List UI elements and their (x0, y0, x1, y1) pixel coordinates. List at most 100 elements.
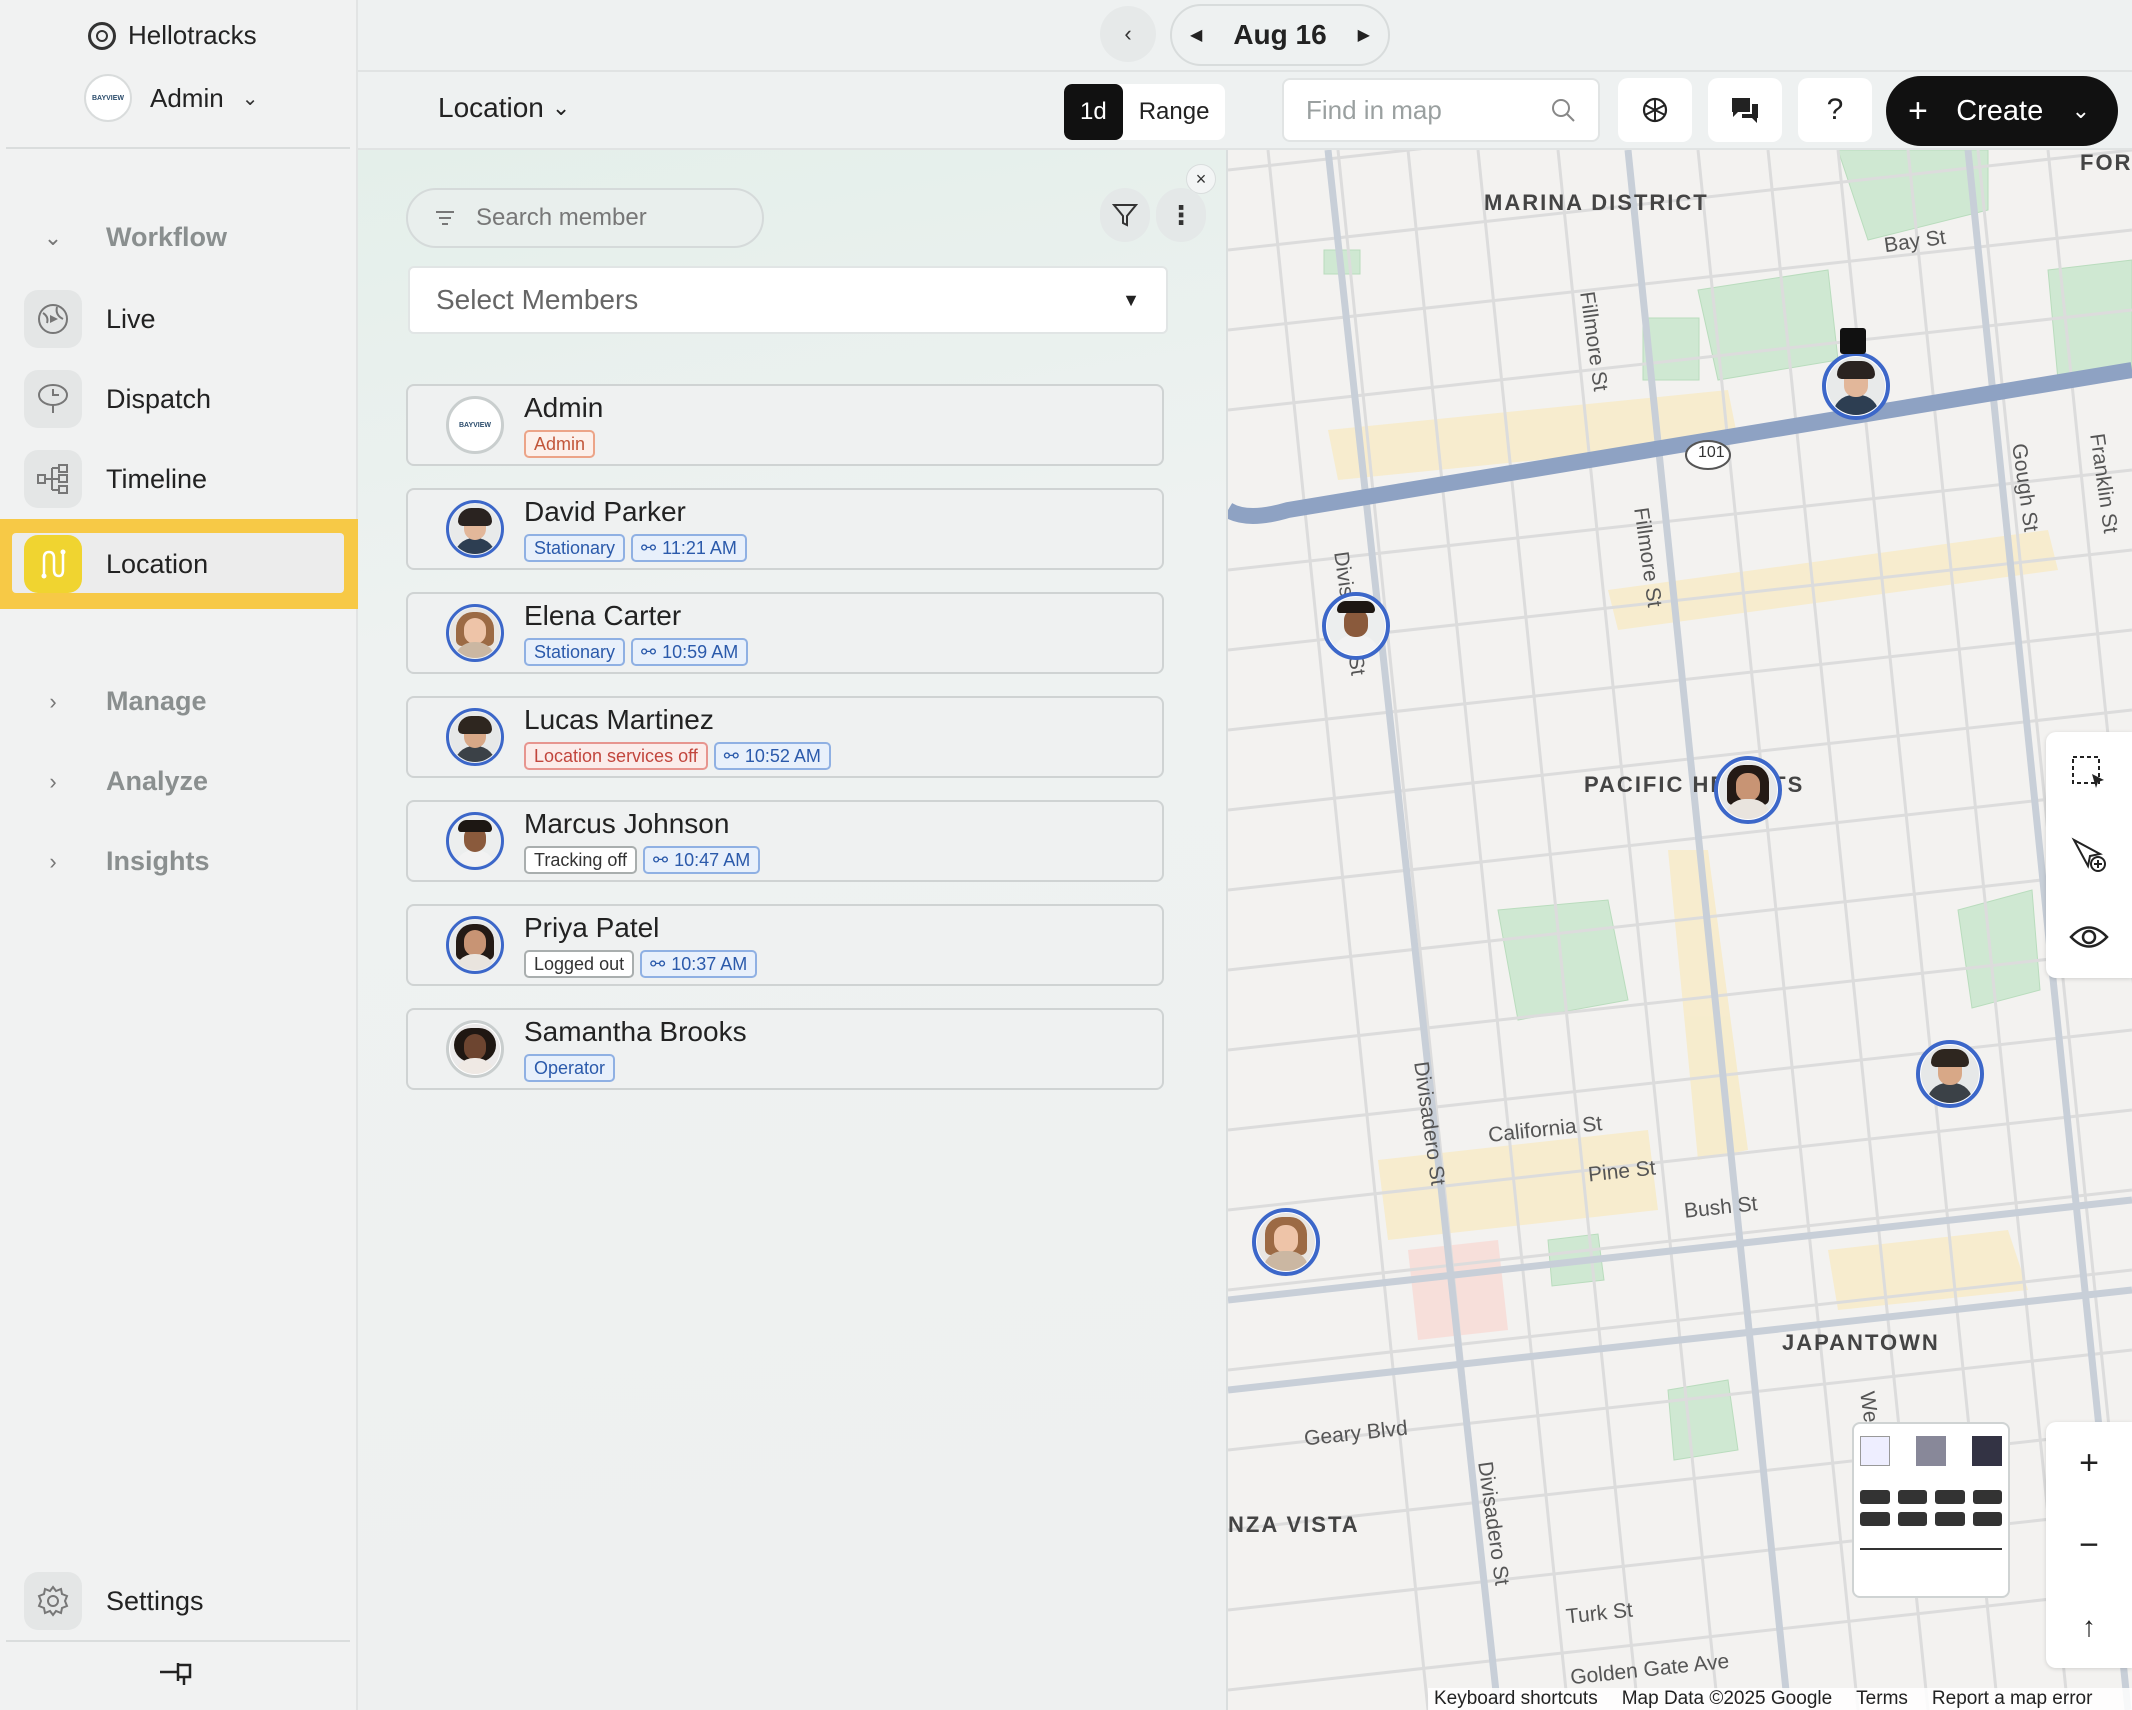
chevron-down-icon: ⌄ (551, 95, 571, 120)
member-card[interactable]: Priya Patel Logged out ⚯ 10:37 AM (406, 904, 1164, 986)
settings-label: Settings (106, 1585, 204, 1616)
pin-marker-flag (1840, 328, 1866, 354)
avatar: BAYVIEW (446, 396, 504, 454)
plus-icon: + (2079, 1443, 2099, 1482)
map-data-text: Map Data ©2025 Google (1621, 1688, 1833, 1709)
close-icon: × (1195, 168, 1207, 189)
member-name: Samantha Brooks (524, 1016, 747, 1047)
sidebar-item-label: Location (106, 548, 209, 579)
sidebar-item-label: Timeline (106, 463, 208, 494)
search-member-input[interactable]: Search member (406, 188, 764, 248)
zoom-in-button[interactable]: + (2046, 1422, 2132, 1504)
status-badge: Stationary (524, 638, 626, 666)
member-map-pin[interactable] (1322, 592, 1390, 660)
avatar (446, 812, 504, 870)
select-members-dropdown[interactable]: Select Members ▼ (408, 266, 1168, 334)
keyboard-shortcuts-link[interactable]: Keyboard shortcuts (1434, 1688, 1598, 1710)
help-button[interactable]: ? (1798, 78, 1872, 142)
zoom-controls: + − ↑ (2046, 1422, 2132, 1668)
more-options-button[interactable]: ⋮ (1156, 188, 1206, 242)
sidebar-item-settings[interactable]: Settings (0, 1572, 204, 1630)
chevron-left-icon: ‹ (1124, 21, 1132, 46)
member-name: David Parker (524, 496, 686, 527)
chevron-right-icon: › (49, 768, 57, 794)
globe-play-icon (24, 290, 82, 348)
member-map-pin[interactable] (1822, 352, 1890, 420)
north-up-button[interactable]: ↑ (2046, 1586, 2132, 1668)
brand-name: Hellotracks (128, 20, 257, 50)
map-layers-button[interactable] (1852, 1422, 2010, 1598)
person-pin-icon: ⚯ (641, 538, 657, 558)
toggle-range[interactable]: Range (1123, 84, 1226, 140)
section-workflow[interactable]: ⌄ Workflow (0, 222, 227, 253)
ai-assistant-button[interactable] (1618, 78, 1692, 142)
member-map-pin[interactable] (1252, 1208, 1320, 1276)
route-icon (24, 535, 82, 593)
member-map-pin[interactable] (1916, 1040, 1984, 1108)
section-insights[interactable]: › Insights (0, 846, 209, 877)
person-pin-icon: ⚯ (723, 746, 739, 766)
date-bar: ‹ ◀ Aug 16 ▶ (358, 0, 2132, 72)
chevron-down-icon: ⌄ (43, 224, 63, 250)
filter-lines-icon (436, 211, 454, 225)
caret-right-icon[interactable]: ▶ (1358, 25, 1370, 45)
eye-icon (2069, 926, 2109, 948)
messages-button[interactable] (1708, 78, 1782, 142)
more-vertical-icon: ⋮ (1168, 199, 1194, 230)
caret-left-icon[interactable]: ◀ (1190, 25, 1202, 45)
last-seen-badge: ⚯ 10:59 AM (631, 638, 749, 666)
arrow-up-icon: ↑ (2082, 1611, 2096, 1642)
current-date[interactable]: Aug 16 (1233, 19, 1326, 51)
sidebar-item-timeline[interactable]: Timeline (0, 439, 358, 519)
visibility-button[interactable] (2046, 896, 2132, 978)
member-card[interactable]: Elena Carter Stationary ⚯ 10:59 AM (406, 592, 1164, 674)
previous-period-button[interactable]: ‹ (1100, 6, 1156, 62)
pin-sidebar-button[interactable] (156, 1654, 196, 1690)
status-badge: Tracking off (524, 846, 638, 874)
chevron-down-icon: ⌄ (2071, 98, 2090, 123)
date-picker[interactable]: ◀ Aug 16 ▶ (1170, 4, 1390, 66)
brand[interactable]: Hellotracks (88, 20, 257, 51)
sidebar: Hellotracks BAYVIEW Admin ⌄ ⌄ Workflow L… (0, 0, 358, 1710)
minus-icon: − (2079, 1525, 2099, 1564)
member-card[interactable]: BAYVIEW Admin Admin (406, 384, 1164, 466)
person-pin-icon: ⚯ (653, 850, 669, 870)
member-name: Marcus Johnson (524, 808, 730, 839)
section-manage[interactable]: › Manage (0, 686, 206, 717)
lasso-select-button[interactable] (2046, 732, 2132, 814)
divider (6, 1640, 350, 1642)
sidebar-item-label: Live (106, 303, 156, 334)
dispatch-sign-icon (24, 370, 82, 428)
view-selector[interactable]: Location ⌄ (438, 92, 570, 124)
last-seen-badge: ⚯ 10:52 AM (713, 742, 831, 770)
terms-link[interactable]: Terms (1856, 1688, 1908, 1710)
member-name: Admin (524, 392, 604, 423)
district-label: NZA VISTA (1228, 1512, 1360, 1537)
member-name: Lucas Martinez (524, 704, 714, 735)
person-pin-icon: ⚯ (641, 642, 657, 662)
person-pin-icon: ⚯ (650, 954, 666, 974)
report-error-link[interactable]: Report a map error (1932, 1688, 2093, 1710)
zoom-out-button[interactable]: − (2046, 1504, 2132, 1586)
sidebar-item-dispatch[interactable]: Dispatch (0, 359, 358, 439)
map-view[interactable]: MARINA DISTRICT FORT PACIFIC HEIGHTS JAP… (1228, 150, 2132, 1710)
member-card[interactable]: David Parker Stationary ⚯ 11:21 AM (406, 488, 1164, 570)
create-button[interactable]: + Create ⌄ (1886, 76, 2118, 146)
section-analyze[interactable]: › Analyze (0, 766, 208, 797)
find-in-map-input[interactable]: Find in map (1282, 78, 1600, 142)
map-tools (2046, 732, 2132, 978)
member-card[interactable]: Lucas Martinez Location services off ⚯ 10… (406, 696, 1164, 778)
chevron-right-icon: › (49, 688, 57, 714)
filter-button[interactable] (1100, 188, 1150, 242)
sidebar-item-location[interactable]: Location (0, 519, 358, 609)
cursor-plus-icon (2071, 837, 2106, 872)
member-map-pin[interactable] (1714, 756, 1782, 824)
account-switcher[interactable]: BAYVIEW Admin ⌄ (84, 74, 258, 122)
toggle-1d[interactable]: 1d (1064, 84, 1123, 140)
add-geofence-button[interactable] (2046, 814, 2132, 896)
member-card[interactable]: Samantha Brooks Operator (406, 1008, 1164, 1090)
member-card[interactable]: Marcus Johnson Tracking off ⚯ 10:47 AM (406, 800, 1164, 882)
sidebar-item-label: Dispatch (106, 383, 212, 414)
sidebar-item-live[interactable]: Live (0, 279, 358, 359)
member-name: Elena Carter (524, 600, 682, 631)
